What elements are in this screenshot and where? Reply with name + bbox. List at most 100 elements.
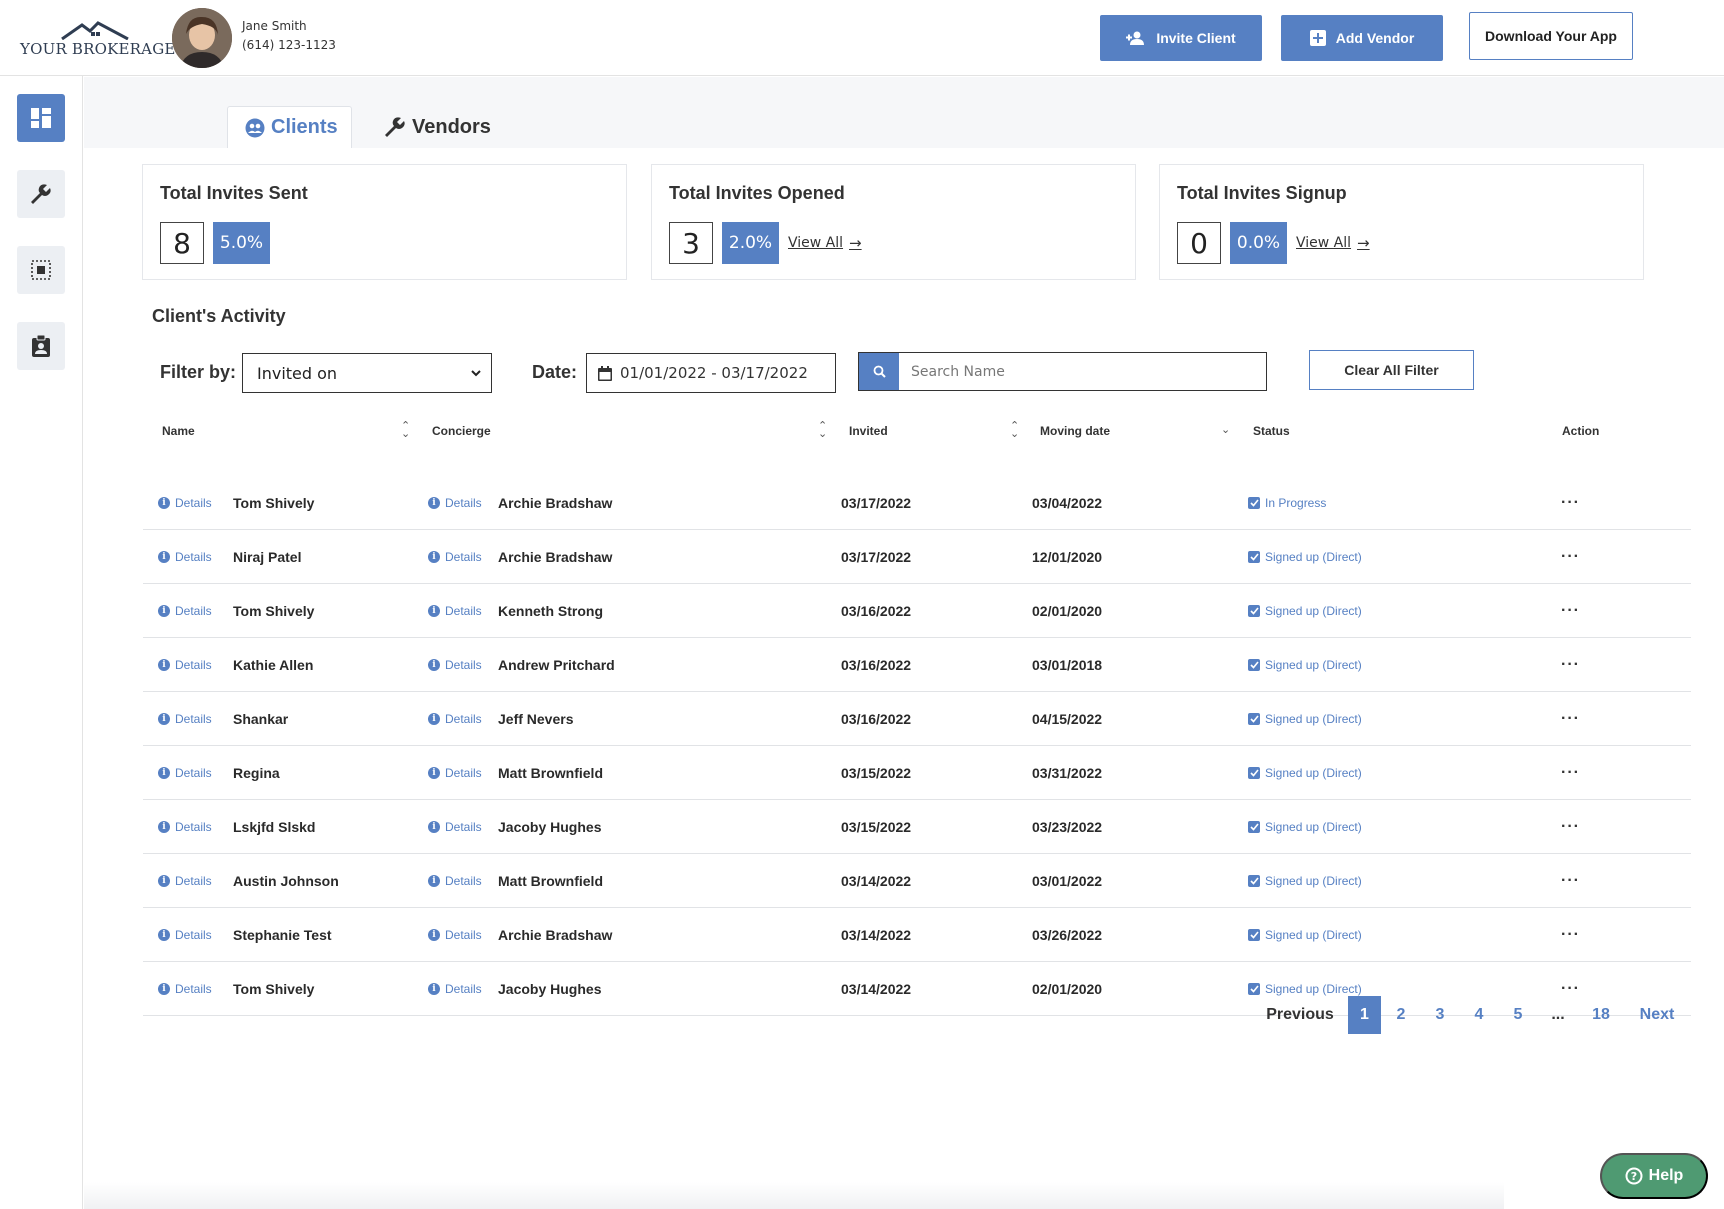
row-action-menu[interactable]: ··· — [1561, 800, 1580, 853]
table-row[interactable]: i Details Shankar i Details Jeff Nevers 03/16/… — [143, 692, 1691, 746]
row-action-menu[interactable]: ··· — [1561, 908, 1580, 961]
stat-card-signup: Total Invites Signup 0 0.0% View All → — [1159, 164, 1644, 280]
client-details-link[interactable]: i Details — [158, 962, 212, 1015]
row-action-menu[interactable]: ··· — [1561, 530, 1580, 583]
client-details-link[interactable]: i Details — [158, 800, 212, 853]
sort-desc-icon[interactable]: ⌄ — [1221, 424, 1230, 435]
info-icon: i — [428, 658, 440, 671]
table-row[interactable]: i Details Stephanie Test i Details Archie Bra… — [143, 908, 1691, 962]
add-vendor-button[interactable]: Add Vendor — [1281, 15, 1443, 61]
top-bar: YOUR BROKERAGE Jane Smith (614) 123-1123… — [0, 0, 1724, 76]
client-details-link[interactable]: i Details — [158, 530, 212, 583]
status-label: In Progress — [1265, 495, 1327, 510]
table-row[interactable]: i Details Austin Johnson i Details Matt Brown… — [143, 854, 1691, 908]
details-label: Details — [445, 657, 482, 672]
concierge-details-link[interactable]: i Details — [428, 692, 482, 745]
row-action-menu[interactable]: ··· — [1561, 854, 1580, 907]
details-label: Details — [445, 495, 482, 510]
sort-icon[interactable]: ⌃ ⌄ — [818, 420, 827, 439]
sidebar-item-contacts[interactable] — [17, 322, 65, 370]
client-details-link[interactable]: i Details — [158, 908, 212, 961]
row-action-menu[interactable]: ··· — [1561, 638, 1580, 691]
concierge-details-link[interactable]: i Details — [428, 908, 482, 961]
info-icon: i — [428, 820, 440, 833]
table-row[interactable]: i Details Kathie Allen i Details Andrew Pritc… — [143, 638, 1691, 692]
concierge-details-link[interactable]: i Details — [428, 962, 482, 1015]
client-details-link[interactable]: i Details — [158, 692, 212, 745]
sidebar-item-reports[interactable] — [17, 246, 65, 294]
info-icon: i — [158, 496, 170, 509]
moving-date: 02/01/2020 — [1032, 980, 1103, 997]
search-button[interactable] — [859, 353, 899, 390]
pagination-page-3[interactable]: 3 — [1423, 996, 1457, 1034]
invited-date: 03/14/2022 — [841, 872, 912, 889]
client-details-link[interactable]: i Details — [158, 476, 212, 529]
pagination-page-1[interactable]: 1 — [1348, 996, 1381, 1034]
row-action-menu[interactable]: ··· — [1561, 746, 1580, 799]
client-details-link[interactable]: i Details — [158, 584, 212, 637]
client-details-link[interactable]: i Details — [158, 746, 212, 799]
pagination-next[interactable]: Next — [1632, 996, 1682, 1034]
tab-clients[interactable]: Clients — [227, 106, 352, 148]
table-row[interactable]: i Details Niraj Patel i Details Archie Bradsh… — [143, 530, 1691, 584]
search-input[interactable] — [899, 353, 1266, 390]
pagination-previous[interactable]: Previous — [1262, 996, 1338, 1034]
date-range-picker[interactable]: 01/01/2022 - 03/17/2022 — [586, 353, 836, 393]
clear-all-filter-button[interactable]: Clear All Filter — [1309, 350, 1474, 390]
stat-count: 8 — [160, 222, 204, 264]
brokerage-logo[interactable]: YOUR BROKERAGE — [20, 20, 175, 58]
sidebar-item-dashboard[interactable] — [17, 94, 65, 142]
client-name: Kathie Allen — [233, 656, 314, 673]
pagination-page-2[interactable]: 2 — [1384, 996, 1418, 1034]
table-row[interactable]: i Details Tom Shively i Details Kenneth Stron… — [143, 584, 1691, 638]
avatar[interactable] — [172, 8, 232, 68]
filter-select[interactable]: Invited on — [242, 353, 492, 393]
row-action-menu[interactable]: ··· — [1561, 692, 1580, 745]
concierge-details-link[interactable]: i Details — [428, 476, 482, 529]
table-row[interactable]: i Details Lskjfd Slskd i Details Jacoby Hughe… — [143, 800, 1691, 854]
checkbox-checked-icon — [1248, 550, 1260, 563]
view-all-link[interactable]: View All → — [788, 234, 862, 252]
concierge-details-link[interactable]: i Details — [428, 584, 482, 637]
invite-client-button[interactable]: Invite Client — [1100, 15, 1262, 61]
date-label: Date: — [532, 362, 578, 382]
row-action-menu[interactable]: ··· — [1561, 476, 1580, 529]
download-app-button[interactable]: Download Your App — [1469, 12, 1633, 60]
sidebar-item-vendors[interactable] — [17, 170, 65, 218]
column-header-status[interactable]: Status — [1253, 424, 1290, 438]
details-label: Details — [175, 765, 212, 780]
concierge-name: Matt Brownfield — [498, 872, 603, 889]
concierge-details-link[interactable]: i Details — [428, 800, 482, 853]
table-row[interactable]: i Details Tom Shively i Details Archie Bradsh… — [143, 476, 1691, 530]
client-name: Shankar — [233, 710, 289, 727]
pagination-page-4[interactable]: 4 — [1462, 996, 1496, 1034]
client-details-link[interactable]: i Details — [158, 638, 212, 691]
sort-icon[interactable]: ⌃ ⌄ — [401, 420, 410, 439]
sort-icon[interactable]: ⌃ ⌄ — [1010, 420, 1019, 439]
calendar-icon — [598, 365, 612, 381]
column-header-invited[interactable]: Invited — [849, 424, 888, 438]
column-header-concierge[interactable]: Concierge — [432, 424, 491, 438]
agent-phone: (614) 123-1123 — [242, 38, 336, 52]
help-button[interactable]: ? Help — [1600, 1153, 1708, 1199]
concierge-details-link[interactable]: i Details — [428, 746, 482, 799]
concierge-details-link[interactable]: i Details — [428, 638, 482, 691]
status: Signed up (Direct) — [1248, 584, 1362, 637]
wrench-icon — [385, 117, 405, 137]
pagination-page-18[interactable]: 18 — [1584, 996, 1618, 1034]
client-details-link[interactable]: i Details — [158, 854, 212, 907]
tab-vendors[interactable]: Vendors — [384, 106, 491, 148]
info-icon: i — [158, 874, 170, 887]
filter-label: Filter by: — [160, 362, 237, 382]
column-header-moving-date[interactable]: Moving date — [1040, 424, 1110, 438]
details-label: Details — [175, 549, 212, 564]
row-action-menu[interactable]: ··· — [1561, 584, 1580, 637]
pagination-page-5[interactable]: 5 — [1501, 996, 1535, 1034]
column-header-name[interactable]: Name — [162, 424, 195, 438]
table-row[interactable]: i Details Tom Shively i Details Jacoby Hughes… — [143, 962, 1691, 1016]
concierge-details-link[interactable]: i Details — [428, 854, 482, 907]
concierge-details-link[interactable]: i Details — [428, 530, 482, 583]
arrow-right-icon: → — [849, 234, 862, 252]
view-all-link[interactable]: View All → — [1296, 234, 1370, 252]
table-row[interactable]: i Details Regina i Details Matt Brownfield 03/… — [143, 746, 1691, 800]
